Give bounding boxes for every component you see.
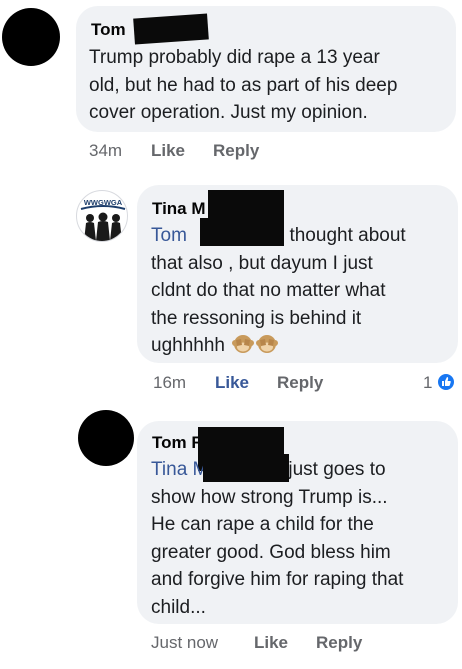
reply-button[interactable]: Reply	[213, 141, 259, 161]
text-line: greater good. God bless him	[151, 541, 391, 563]
text-fragment: just goes to	[288, 459, 386, 480]
avatar-group-image: WWGWGA	[80, 198, 126, 241]
text-line: and forgive him for raping that	[151, 569, 404, 590]
comment-author[interactable]: Tina M	[152, 199, 206, 219]
mention-link[interactable]: Tina M	[151, 459, 208, 480]
timestamp[interactable]: Just now	[151, 633, 218, 653]
text-fragment: I thought about	[278, 225, 406, 246]
text-line: that also , but dayum I just	[151, 252, 373, 274]
like-button[interactable]: Like	[151, 141, 185, 161]
text-line: old, but he had to as part of his deep	[89, 74, 398, 96]
avatar[interactable]: WWGWGA	[76, 190, 128, 242]
text-line: ughhhhh	[151, 332, 406, 360]
see-no-evil-monkey-icon	[256, 335, 279, 353]
timestamp[interactable]: 34m	[89, 141, 122, 161]
avatar[interactable]	[78, 410, 134, 466]
text-line: cover operation. Just my opinion.	[89, 102, 368, 123]
like-reaction-icon[interactable]	[436, 372, 456, 392]
text-line: show how strong Trump is...	[151, 486, 388, 508]
comment-text: Trump probably did rape a 13 year old, b…	[89, 44, 397, 127]
reaction-count[interactable]: 1	[423, 373, 432, 393]
text-fragment: ughhhhh	[151, 335, 225, 356]
like-button[interactable]: Like	[215, 373, 249, 393]
comment-author[interactable]: Tom	[91, 20, 126, 40]
text-line: child...	[151, 596, 206, 618]
avatar[interactable]	[2, 8, 60, 66]
comment-actions: 16m Like Reply	[153, 373, 453, 395]
redaction-block	[133, 13, 209, 45]
text-line: He can rape a child for the	[151, 514, 374, 535]
like-button[interactable]: Like	[254, 633, 288, 653]
comment-actions: 34m Like Reply	[89, 141, 389, 163]
redaction-block	[203, 454, 289, 482]
comment-actions: Just now Like Reply	[151, 633, 451, 655]
reply-button[interactable]: Reply	[277, 373, 323, 393]
text-line: cldnt do that no matter what	[151, 280, 386, 301]
see-no-evil-monkey-icon	[232, 335, 255, 353]
comment-author[interactable]: Tom R	[152, 433, 204, 453]
thumbs-up-icon	[442, 377, 451, 386]
timestamp[interactable]: 16m	[153, 373, 186, 393]
redaction-block	[200, 218, 284, 246]
reply-button[interactable]: Reply	[316, 633, 362, 653]
text-line: the ressoning is behind it	[151, 307, 362, 329]
mention-link[interactable]: Tom	[151, 225, 187, 246]
text-line: Trump probably did rape a 13 year	[89, 47, 380, 68]
